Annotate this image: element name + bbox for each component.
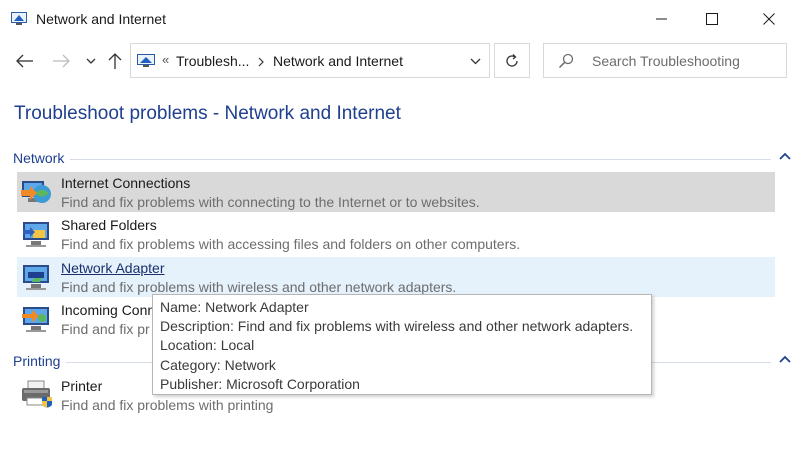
group-title-printing: Printing — [13, 353, 67, 369]
network-app-icon — [11, 12, 27, 25]
up-button[interactable] — [106, 50, 124, 72]
tooltip-name: Name: Network Adapter — [160, 299, 309, 315]
item-title: Printer — [61, 378, 103, 394]
chevron-down-icon — [86, 58, 96, 64]
item-title: Incoming Conn — [61, 302, 156, 318]
maximize-button[interactable] — [689, 0, 735, 38]
breadcrumb-troubleshooting[interactable]: Troublesh... — [176, 53, 249, 69]
list-item-internet-connections[interactable]: Internet Connections Find and fix proble… — [17, 172, 775, 212]
chevron-right-icon[interactable] — [258, 57, 264, 67]
forward-button[interactable] — [50, 50, 72, 72]
item-tooltip: Name: Network Adapter Description: Find … — [152, 294, 652, 395]
close-icon — [763, 13, 775, 25]
title-bar: Network and Internet — [0, 0, 800, 40]
minimize-icon — [656, 18, 667, 20]
window-title: Network and Internet — [36, 11, 166, 27]
item-description: Find and fix problems with connecting to… — [61, 194, 480, 210]
item-description: Find and fix problems with printing — [61, 397, 274, 413]
recent-locations-button[interactable] — [84, 50, 98, 72]
printer-icon — [22, 380, 52, 408]
close-button[interactable] — [746, 0, 792, 38]
group-divider — [13, 159, 771, 160]
address-overflow-chevrons[interactable]: « — [162, 52, 169, 67]
list-item-shared-folders[interactable]: Shared Folders Find and fix problems wit… — [17, 214, 775, 254]
shared-folders-icon — [23, 222, 49, 247]
item-description: Find and fix pr — [61, 321, 150, 337]
minimize-button[interactable] — [639, 0, 685, 38]
list-item-network-adapter[interactable]: Network Adapter Find and fix problems wi… — [17, 257, 775, 297]
refresh-icon — [506, 53, 518, 67]
network-adapter-icon — [23, 265, 49, 290]
item-description: Find and fix problems with wireless and … — [61, 279, 457, 295]
item-title-link[interactable]: Network Adapter — [61, 260, 165, 276]
address-bar[interactable]: « Troublesh... Network and Internet — [130, 43, 490, 78]
page-title: Troubleshoot problems - Network and Inte… — [14, 103, 401, 124]
item-description: Find and fix problems with accessing fil… — [61, 236, 521, 252]
up-arrow-icon — [108, 53, 122, 69]
tooltip-description: Description: Find and fix problems with … — [160, 318, 634, 335]
refresh-button[interactable] — [494, 43, 530, 78]
search-placeholder: Search Troubleshooting — [592, 53, 740, 69]
collapse-chevron-icon[interactable] — [779, 355, 791, 363]
item-title: Internet Connections — [61, 175, 191, 191]
group-header-network: Network — [13, 150, 793, 168]
item-title: Shared Folders — [61, 217, 157, 233]
forward-arrow-icon — [53, 54, 70, 68]
tooltip-category: Category: Network — [160, 356, 276, 373]
tooltip-location: Location: Local — [160, 337, 255, 354]
internet-connections-icon — [21, 181, 51, 203]
incoming-connections-icon — [22, 307, 49, 332]
search-box[interactable]: Search Troubleshooting — [543, 43, 787, 78]
address-dropdown-icon[interactable] — [470, 58, 481, 65]
tooltip-publisher: Publisher: Microsoft Corporation — [160, 375, 360, 392]
breadcrumb-network-and-internet[interactable]: Network and Internet — [273, 53, 403, 69]
back-arrow-icon — [16, 54, 33, 68]
group-title-network: Network — [13, 150, 71, 166]
network-location-icon — [137, 54, 155, 67]
back-button[interactable] — [14, 50, 36, 72]
search-icon — [558, 53, 574, 69]
collapse-chevron-icon[interactable] — [779, 152, 791, 160]
maximize-icon — [706, 13, 718, 25]
